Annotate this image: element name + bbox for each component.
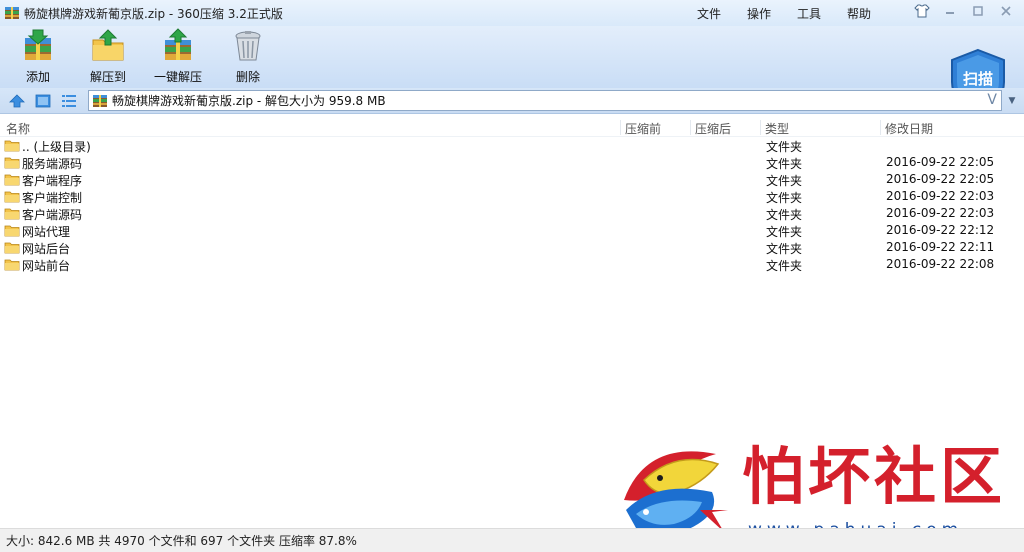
item-modified: 2016-09-22 22:08 bbox=[886, 257, 995, 271]
item-name: 网站代理 bbox=[22, 225, 71, 239]
one-click-extract-label: 一键解压 bbox=[153, 70, 202, 84]
skin-shirt-icon[interactable] bbox=[910, 2, 934, 20]
scan-label: 扫描 bbox=[962, 70, 993, 88]
trash-icon bbox=[235, 31, 261, 61]
up-arrow-icon[interactable] bbox=[8, 92, 26, 110]
add-button[interactable]: 添加 bbox=[18, 28, 58, 86]
column-compressed[interactable]: 压缩前 bbox=[625, 120, 661, 137]
column-name[interactable]: 名称 bbox=[6, 120, 30, 137]
close-icon[interactable] bbox=[994, 2, 1018, 20]
menu-help[interactable]: 帮助 bbox=[834, 5, 884, 22]
folder-icon bbox=[4, 259, 20, 271]
item-type: 文件夹 bbox=[766, 208, 803, 222]
list-item[interactable]: 客户端源码 文件夹 2016-09-22 22:03 bbox=[0, 205, 1024, 222]
add-archive-icon bbox=[25, 29, 51, 60]
window-controls bbox=[910, 2, 1018, 20]
address-bar: 畅旋棋牌游戏新葡京版.zip - 解包大小为 959.8 MB V ▼ bbox=[0, 88, 1024, 114]
item-modified: 2016-09-22 22:03 bbox=[886, 189, 995, 203]
item-modified: 2016-09-22 22:11 bbox=[886, 240, 995, 254]
list-item[interactable]: 网站代理 文件夹 2016-09-22 22:12 bbox=[0, 222, 1024, 239]
list-item[interactable]: 服务端源码 文件夹 2016-09-22 22:05 bbox=[0, 154, 1024, 171]
item-modified: 2016-09-22 22:05 bbox=[886, 172, 995, 186]
item-name: 客户端控制 bbox=[22, 191, 83, 205]
item-type: 文件夹 bbox=[766, 191, 803, 205]
thumbnail-view-icon[interactable] bbox=[34, 92, 52, 110]
delete-button[interactable]: 删除 bbox=[228, 28, 268, 86]
menu-file[interactable]: 文件 bbox=[684, 5, 734, 22]
item-modified: 2016-09-22 22:12 bbox=[886, 223, 995, 237]
watermark-text: 怕坏社区 bbox=[742, 440, 1007, 513]
item-name: 网站后台 bbox=[22, 242, 71, 256]
extract-to-label: 解压到 bbox=[89, 70, 126, 84]
folder-icon bbox=[4, 191, 20, 203]
title-bar: 畅旋棋牌游戏新葡京版.zip - 360压缩 3.2正式版 文件 操作 工具 帮… bbox=[0, 0, 1024, 26]
item-modified: 2016-09-22 22:05 bbox=[886, 155, 995, 169]
item-type: 文件夹 bbox=[766, 174, 803, 188]
item-modified: 2016-09-22 22:03 bbox=[886, 206, 995, 220]
status-text: 大小: 842.6 MB 共 4970 个文件和 697 个文件夹 压缩率 87… bbox=[6, 534, 357, 548]
file-list-header: 名称 压缩前 压缩后 类型 修改日期 bbox=[0, 118, 1024, 137]
menu-bar: 文件 操作 工具 帮助 bbox=[684, 0, 884, 26]
column-divider[interactable] bbox=[880, 120, 881, 135]
column-after[interactable]: 压缩后 bbox=[695, 120, 731, 137]
folder-icon bbox=[4, 242, 20, 254]
address-v-glyph[interactable]: V bbox=[987, 91, 997, 110]
path-text: 畅旋棋牌游戏新葡京版.zip - 解包大小为 959.8 MB bbox=[112, 94, 386, 108]
delete-label: 删除 bbox=[235, 70, 260, 84]
item-name: 服务端源码 bbox=[22, 157, 83, 171]
zip-archive-icon bbox=[93, 94, 107, 107]
maximize-icon[interactable] bbox=[966, 2, 990, 20]
item-name: 网站前台 bbox=[22, 259, 71, 273]
chevron-down-icon[interactable]: ▼ bbox=[1004, 92, 1020, 110]
item-type: 文件夹 bbox=[766, 140, 803, 154]
menu-operate[interactable]: 操作 bbox=[734, 5, 784, 22]
toolbar: 添加 解压到 一键解压 删除 扫描 bbox=[0, 26, 1024, 114]
item-type: 文件夹 bbox=[766, 157, 803, 171]
extract-folder-icon bbox=[92, 29, 124, 61]
list-item[interactable]: .. (上级目录) 文件夹 bbox=[0, 137, 1024, 154]
window-title: 畅旋棋牌游戏新葡京版.zip - 360压缩 3.2正式版 bbox=[24, 6, 283, 21]
folder-icon bbox=[4, 174, 20, 186]
minimize-icon[interactable] bbox=[938, 2, 962, 20]
file-list: .. (上级目录) 文件夹 服务端源码 文件夹 2016-09-22 22:05… bbox=[0, 137, 1024, 273]
archive-app-icon bbox=[5, 7, 19, 19]
item-type: 文件夹 bbox=[766, 259, 803, 273]
list-view-icon[interactable] bbox=[60, 92, 78, 110]
item-type: 文件夹 bbox=[766, 225, 803, 239]
item-name: 客户端源码 bbox=[22, 208, 83, 222]
status-bar: 大小: 842.6 MB 共 4970 个文件和 697 个文件夹 压缩率 87… bbox=[0, 528, 1024, 552]
column-divider[interactable] bbox=[620, 120, 621, 135]
item-name: 客户端程序 bbox=[22, 174, 83, 188]
extract-to-button[interactable]: 解压到 bbox=[86, 28, 130, 86]
one-click-extract-button[interactable]: 一键解压 bbox=[152, 28, 204, 86]
one-click-extract-icon bbox=[165, 28, 191, 60]
folder-icon bbox=[4, 208, 20, 220]
item-name: .. (上级目录) bbox=[22, 140, 91, 154]
list-item[interactable]: 网站前台 文件夹 2016-09-22 22:08 bbox=[0, 256, 1024, 273]
column-type[interactable]: 类型 bbox=[765, 120, 789, 137]
path-field[interactable]: 畅旋棋牌游戏新葡京版.zip - 解包大小为 959.8 MB V bbox=[88, 90, 1002, 111]
column-divider[interactable] bbox=[760, 120, 761, 135]
item-type: 文件夹 bbox=[766, 242, 803, 256]
menu-tools[interactable]: 工具 bbox=[784, 5, 834, 22]
folder-icon bbox=[4, 140, 20, 152]
add-label: 添加 bbox=[25, 70, 50, 84]
folder-icon bbox=[4, 225, 20, 237]
folder-icon bbox=[4, 157, 20, 169]
column-modified[interactable]: 修改日期 bbox=[885, 120, 933, 137]
column-divider[interactable] bbox=[690, 120, 691, 135]
list-item[interactable]: 客户端控制 文件夹 2016-09-22 22:03 bbox=[0, 188, 1024, 205]
list-item[interactable]: 网站后台 文件夹 2016-09-22 22:11 bbox=[0, 239, 1024, 256]
list-item[interactable]: 客户端程序 文件夹 2016-09-22 22:05 bbox=[0, 171, 1024, 188]
